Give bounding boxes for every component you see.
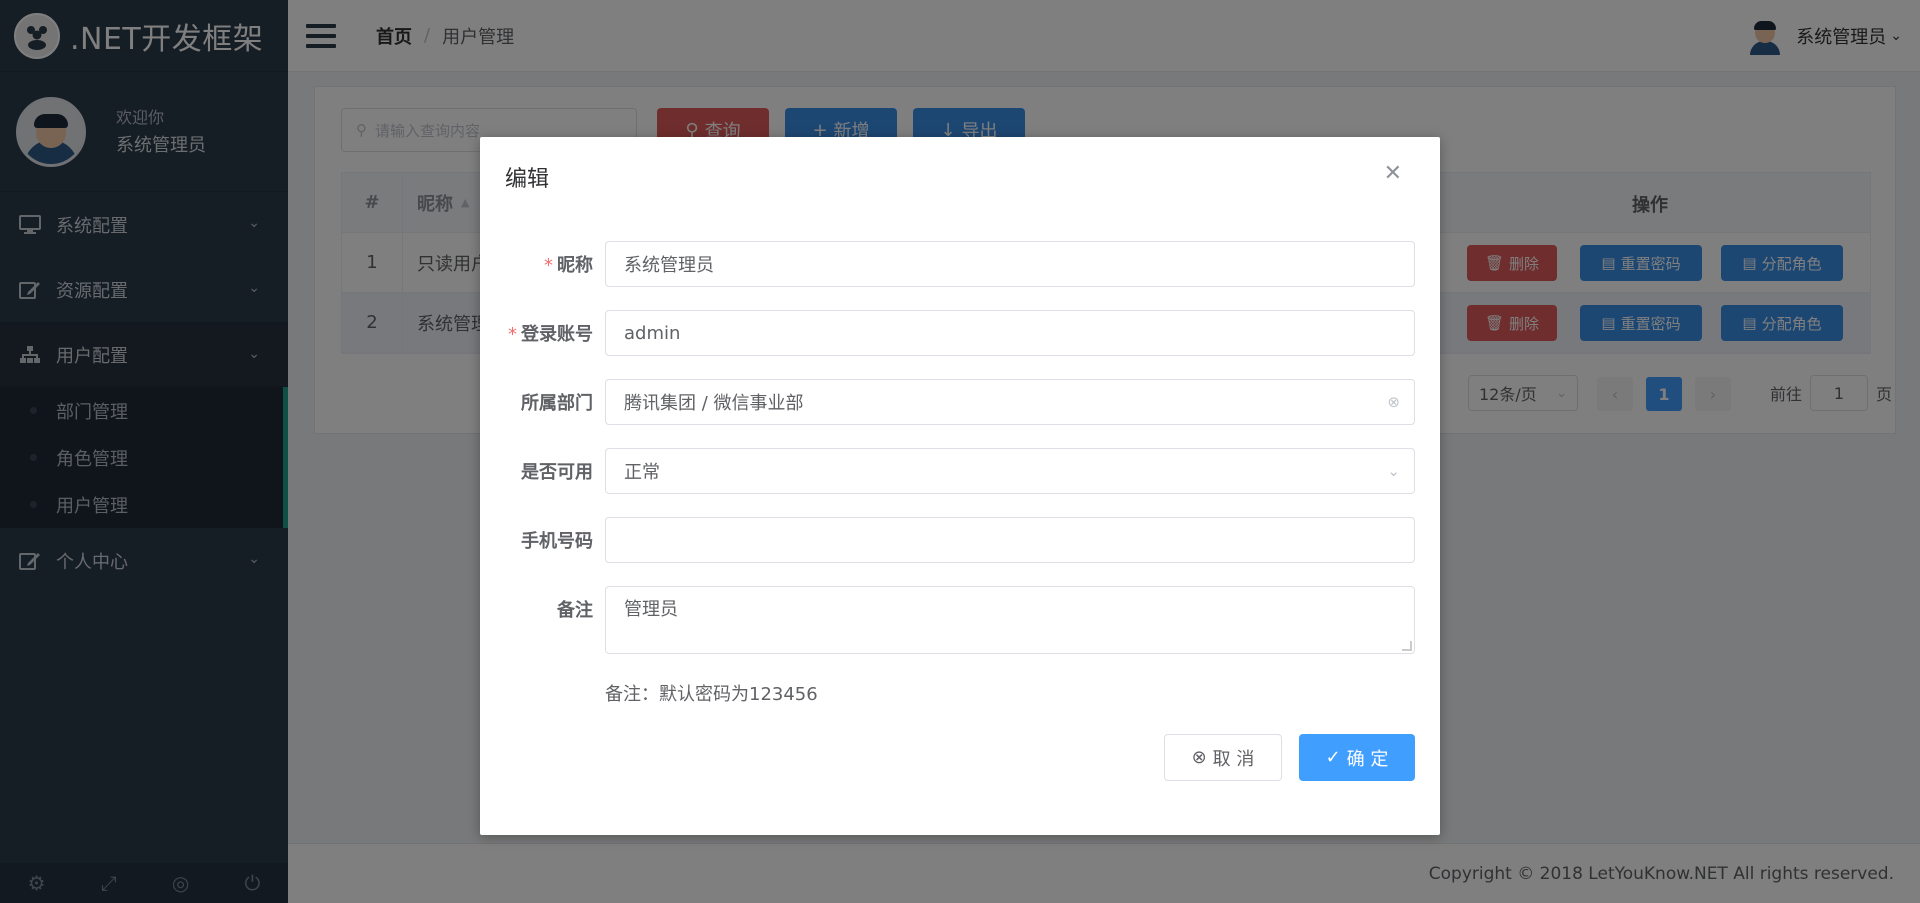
chevron-down-icon: ⌄ [1387, 462, 1400, 480]
resize-handle-icon[interactable] [1402, 641, 1412, 651]
department-cascader[interactable]: 腾讯集团 / 微信事业部 ⊗ [605, 379, 1415, 425]
cancel-button[interactable]: ⊗ 取 消 [1164, 734, 1282, 781]
account-field[interactable]: admin [605, 310, 1415, 356]
field-label-account: * 登录账号 [508, 324, 593, 345]
field-label-department: 所属部门 [521, 393, 593, 414]
password-hint: 备注：默认密码为123456 [605, 684, 818, 705]
close-icon[interactable]: ✕ [1384, 161, 1402, 186]
field-label-enabled: 是否可用 [521, 462, 593, 483]
form-row-department: 所属部门 腾讯集团 / 微信事业部 ⊗ [480, 379, 1440, 425]
close-circle-icon: ⊗ [1191, 747, 1207, 768]
field-label-remark: 备注 [557, 600, 593, 621]
check-circle-icon: ✓ [1325, 747, 1341, 768]
form-row-enabled: 是否可用 正常 ⌄ [480, 448, 1440, 494]
form-row-phone: 手机号码 [480, 517, 1440, 563]
form-row-nickname: * 昵称 系统管理员 [480, 241, 1440, 287]
dialog-title: 编辑 [505, 167, 550, 192]
remark-textarea[interactable]: 管理员 [605, 586, 1415, 654]
field-label-phone: 手机号码 [521, 531, 593, 552]
clear-icon[interactable]: ⊗ [1387, 393, 1400, 411]
form-row-remark: 备注 管理员 [480, 586, 1440, 654]
confirm-button[interactable]: ✓ 确 定 [1299, 734, 1415, 781]
edit-dialog: 编辑 ✕ * 昵称 系统管理员 * 登录账号 admin 所属部门 腾讯集团 / 微… [480, 137, 1440, 835]
field-label-nickname: * 昵称 [544, 255, 593, 276]
enabled-select[interactable]: 正常 ⌄ [605, 448, 1415, 494]
form-row-account: * 登录账号 admin [480, 310, 1440, 356]
phone-field[interactable] [605, 517, 1415, 563]
nickname-field[interactable]: 系统管理员 [605, 241, 1415, 287]
